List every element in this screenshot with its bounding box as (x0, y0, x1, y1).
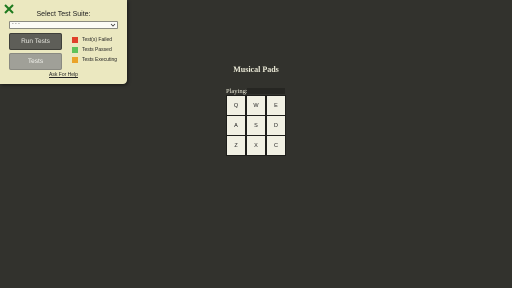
ask-for-help-link[interactable]: Ask For Help (0, 72, 127, 78)
test-suite-select[interactable]: - - - (9, 21, 118, 29)
pad-a[interactable]: A (227, 116, 245, 135)
tests-button[interactable]: Tests (9, 53, 62, 70)
playing-display (247, 88, 285, 94)
pad-grid: Q W E A S D Z X C (226, 95, 286, 156)
pad-s[interactable]: S (247, 116, 265, 135)
playing-label: Playing: (226, 88, 248, 95)
pad-d[interactable]: D (267, 116, 285, 135)
pad-q[interactable]: Q (227, 96, 245, 115)
pad-c[interactable]: C (267, 136, 285, 155)
pad-w[interactable]: W (247, 96, 265, 115)
pad-z[interactable]: Z (227, 136, 245, 155)
pad-x[interactable]: X (247, 136, 265, 155)
app-title: Musical Pads (233, 65, 279, 74)
legend-item-failed: Test(s) Failed (72, 37, 112, 43)
passed-swatch (72, 47, 78, 53)
run-tests-button[interactable]: Run Tests (9, 33, 62, 50)
test-suite-title: Select Test Suite: (36, 11, 91, 18)
legend-item-executing: Tests Executing (72, 57, 117, 63)
test-panel: Select Test Suite: - - - Run Tests Tests… (0, 0, 127, 84)
chevron-down-icon (110, 23, 116, 27)
failed-swatch (72, 37, 78, 43)
test-suite-selected-value: - - - (12, 21, 20, 27)
legend-label-passed: Tests Passed (82, 47, 112, 53)
legend-item-passed: Tests Passed (72, 47, 112, 53)
legend-label-failed: Test(s) Failed (82, 37, 113, 43)
pad-e[interactable]: E (267, 96, 285, 115)
executing-swatch (72, 57, 78, 63)
legend-label-executing: Tests Executing (82, 57, 118, 63)
